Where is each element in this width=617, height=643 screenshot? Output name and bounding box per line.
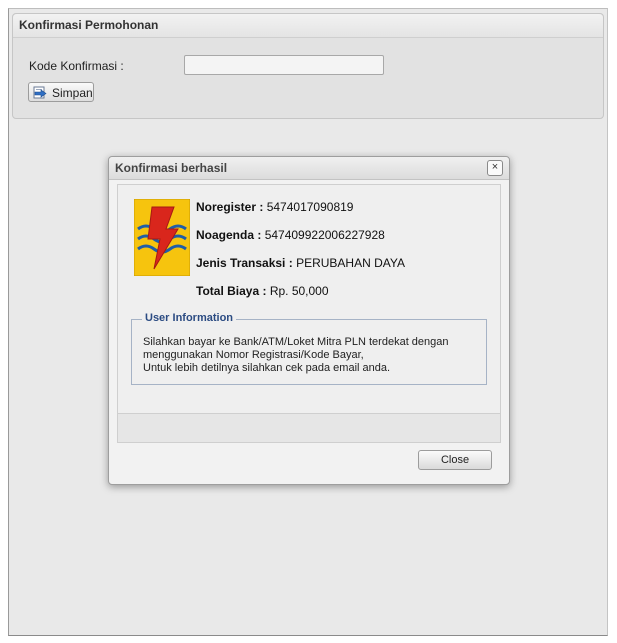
- dialog-titlebar: Konfirmasi berhasil ×: [109, 157, 509, 180]
- konfirmasi-berhasil-dialog: Konfirmasi berhasil × Noregister : 54740…: [108, 156, 510, 485]
- panel-title: Konfirmasi Permohonan: [13, 14, 603, 38]
- dialog-title: Konfirmasi berhasil: [115, 161, 228, 175]
- noregister-line: Noregister : 5474017090819: [196, 200, 353, 214]
- jenis-transaksi-value: PERUBAHAN DAYA: [296, 256, 405, 270]
- dialog-body: Noregister : 5474017090819 Noagenda : 54…: [117, 184, 501, 414]
- jenis-transaksi-label: Jenis Transaksi :: [196, 256, 293, 270]
- total-biaya-line: Total Biaya : Rp. 50,000: [196, 284, 329, 298]
- message-line-1: Silahkan bayar ke Bank/ATM/Loket Mitra P…: [143, 336, 449, 348]
- dialog-toolbar: [117, 413, 501, 443]
- noregister-value: 5474017090819: [266, 200, 354, 214]
- noagenda-line: Noagenda : 547409922006227928: [196, 228, 385, 242]
- jenis-transaksi-line: Jenis Transaksi : PERUBAHAN DAYA: [196, 256, 405, 270]
- user-information-message: Silahkan bayar ke Bank/ATM/Loket Mitra P…: [143, 336, 449, 375]
- pln-logo-icon: [134, 199, 190, 276]
- kode-konfirmasi-label: Kode Konfirmasi :: [29, 59, 124, 73]
- noregister-label: Noregister :: [196, 200, 264, 214]
- user-information-legend: User Information: [142, 312, 237, 324]
- save-arrow-icon: [33, 86, 47, 99]
- total-biaya-value: Rp. 50,000: [269, 284, 329, 298]
- noagenda-value: 547409922006227928: [264, 228, 385, 242]
- kode-konfirmasi-input[interactable]: [184, 55, 384, 75]
- simpan-label: Simpan: [52, 86, 93, 100]
- simpan-button[interactable]: Simpan: [28, 82, 94, 102]
- close-icon[interactable]: ×: [487, 160, 503, 176]
- user-information-fieldset: User Information Silahkan bayar ke Bank/…: [131, 312, 487, 385]
- konfirmasi-permohonan-panel: Konfirmasi Permohonan Kode Konfirmasi : …: [12, 13, 604, 119]
- total-biaya-label: Total Biaya :: [196, 284, 267, 298]
- noagenda-label: Noagenda :: [196, 228, 262, 242]
- message-line-2: menggunakan Nomor Registrasi/Kode Bayar,: [143, 349, 364, 361]
- message-line-3: Untuk lebih detilnya silahkan cek pada e…: [143, 362, 391, 374]
- close-button[interactable]: Close: [418, 450, 492, 470]
